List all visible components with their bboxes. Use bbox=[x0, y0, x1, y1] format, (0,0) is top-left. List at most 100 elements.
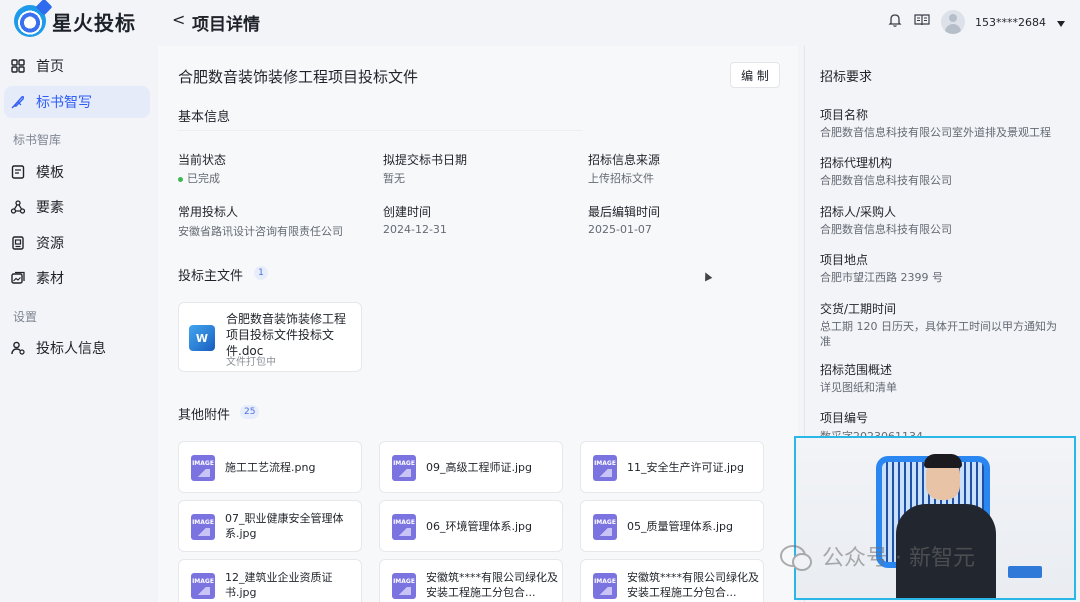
logo-icon bbox=[14, 5, 46, 37]
sidebar-item-materials[interactable]: 素材 bbox=[4, 262, 150, 294]
main-file-card[interactable]: W 合肥数音装饰装修工程项目投标文件投标文件.doc 文件打包中 bbox=[178, 302, 362, 372]
sidebar-item-home[interactable]: 首页 bbox=[4, 50, 150, 82]
attachment-name: 09_高级工程师证.jpg bbox=[426, 461, 533, 474]
attachment-card[interactable]: IMAGE 11_安全生产许可证.jpg bbox=[580, 441, 764, 493]
page-title: 项目详情 bbox=[192, 15, 260, 35]
attachment-name: 施工工艺流程.png bbox=[225, 461, 316, 474]
attachment-card[interactable]: IMAGE 施工工艺流程.png bbox=[178, 441, 362, 493]
attachment-card[interactable]: IMAGE 安徽筑****有限公司绿化及安装工程施工分包合... bbox=[379, 559, 563, 602]
source-value: 上传招标文件 bbox=[588, 172, 654, 185]
field-value: 合肥数音信息科技有限公司 bbox=[820, 174, 952, 187]
divider bbox=[178, 130, 582, 131]
image-file-icon: IMAGE bbox=[392, 514, 416, 540]
image-file-icon: IMAGE bbox=[593, 455, 617, 481]
field-value: 合肥数音信息科技有限公司 bbox=[820, 223, 952, 236]
attachment-name: 07_职业健康安全管理体系.jpg bbox=[225, 512, 344, 540]
sidebar-item-label: 标书智写 bbox=[36, 95, 92, 111]
field-value: 总工期 120 日历天，具体开工时间以甲方通知为准 bbox=[820, 320, 1057, 348]
bidder-value: 安徽省路讯设计咨询有限责任公司 bbox=[178, 225, 343, 238]
image-file-icon: IMAGE bbox=[593, 573, 617, 599]
field-value: 合肥数音信息科技有限公司室外道排及景观工程 bbox=[820, 126, 1051, 139]
created-value: 2024-12-31 bbox=[383, 223, 447, 236]
sidebar-item-label: 模板 bbox=[36, 165, 64, 181]
image-file-icon: IMAGE bbox=[191, 455, 215, 481]
sidebar-item-label: 素材 bbox=[36, 271, 64, 287]
status-value: 已完成 bbox=[178, 170, 220, 186]
edited-value: 2025-01-07 bbox=[588, 223, 652, 236]
word-doc-icon: W bbox=[189, 325, 215, 351]
attachment-name: 11_安全生产许可证.jpg bbox=[627, 461, 745, 474]
field-label: 招标范围概述 bbox=[820, 363, 893, 377]
image-file-icon: IMAGE bbox=[191, 573, 215, 599]
sidebar-item-bid-writing[interactable]: 标书智写 bbox=[4, 86, 150, 118]
image-file-icon: IMAGE bbox=[392, 573, 416, 599]
sidebar: 星火投标 首页 标书智写 标书智库 模板 要素 资源 素材 设置 投标人信息 bbox=[0, 0, 158, 602]
bidder-label: 常用投标人 bbox=[178, 205, 239, 219]
template-icon bbox=[10, 164, 26, 180]
sidebar-item-elements[interactable]: 要素 bbox=[4, 191, 150, 223]
watermark: 公众号 · 新智元 bbox=[780, 540, 975, 572]
status-text: 已完成 bbox=[187, 172, 220, 185]
image-file-icon: IMAGE bbox=[593, 514, 617, 540]
created-label: 创建时间 bbox=[383, 205, 432, 219]
back-button[interactable]: < bbox=[172, 10, 185, 29]
submit-date-label: 拟提交标书日期 bbox=[383, 153, 468, 167]
field-label: 项目名称 bbox=[820, 108, 869, 122]
main-file-count-badge: 1 bbox=[254, 266, 268, 280]
wechat-icon bbox=[780, 545, 812, 571]
sidebar-item-label: 投标人信息 bbox=[36, 341, 106, 357]
attachments-count-badge: 25 bbox=[240, 405, 260, 419]
attachment-card[interactable]: IMAGE 05_质量管理体系.jpg bbox=[580, 500, 764, 552]
sidebar-item-bidder-info[interactable]: 投标人信息 bbox=[4, 332, 150, 364]
bell-icon[interactable] bbox=[887, 12, 903, 32]
image-file-icon: IMAGE bbox=[392, 455, 416, 481]
attachment-name: 12_建筑业企业资质证书.jpg bbox=[225, 571, 333, 599]
edited-label: 最后编辑时间 bbox=[588, 205, 661, 219]
watermark-text: 公众号 · 新智元 bbox=[822, 546, 975, 571]
sidebar-item-label: 首页 bbox=[36, 59, 64, 75]
attachment-name: 安徽筑****有限公司绿化及安装工程施工分包合... bbox=[426, 571, 558, 599]
user-phone[interactable]: 153****2684 bbox=[975, 16, 1046, 29]
nodes-icon bbox=[10, 199, 26, 215]
sidebar-item-template[interactable]: 模板 bbox=[4, 156, 150, 188]
sidebar-item-resources[interactable]: 资源 bbox=[4, 227, 150, 259]
sidebar-item-label: 要素 bbox=[36, 200, 64, 216]
project-detail-panel: 合肥数音装饰装修工程项目投标文件 编 制 基本信息 当前状态 已完成 拟提交标书… bbox=[158, 46, 798, 602]
book-icon[interactable] bbox=[913, 12, 931, 32]
attachment-name: 06_环境管理体系.jpg bbox=[426, 520, 533, 533]
status-dot bbox=[178, 176, 183, 182]
attachment-card[interactable]: IMAGE 09_高级工程师证.jpg bbox=[379, 441, 563, 493]
bidder-icon bbox=[10, 340, 26, 356]
field-label: 招标人/采购人 bbox=[820, 205, 897, 219]
main-file-name: 合肥数音装饰装修工程项目投标文件投标文件.doc bbox=[226, 312, 347, 358]
resource-icon bbox=[10, 235, 26, 251]
avatar[interactable] bbox=[941, 10, 965, 34]
grid-icon bbox=[10, 58, 26, 74]
sidebar-section-settings: 设置 bbox=[13, 310, 38, 324]
edit-button[interactable]: 编 制 bbox=[730, 62, 780, 88]
header-actions: 153****2684 bbox=[887, 8, 1066, 36]
attachment-card[interactable]: IMAGE 安徽筑****有限公司绿化及安装工程施工分包合... bbox=[580, 559, 764, 602]
attachment-card[interactable]: IMAGE 12_建筑业企业资质证书.jpg bbox=[178, 559, 362, 602]
image-file-icon: IMAGE bbox=[191, 514, 215, 540]
sidebar-section-library: 标书智库 bbox=[13, 133, 62, 147]
app-name: 星火投标 bbox=[52, 10, 136, 35]
main-file-status: 文件打包中 bbox=[226, 357, 276, 368]
attachment-card[interactable]: IMAGE 07_职业健康安全管理体系.jpg bbox=[178, 500, 362, 552]
status-label: 当前状态 bbox=[178, 153, 227, 167]
chevron-down-icon[interactable] bbox=[1056, 13, 1066, 32]
presenter-hair bbox=[924, 454, 962, 468]
field-value: 合肥市望江西路 2399 号 bbox=[820, 271, 943, 284]
source-label: 招标信息来源 bbox=[588, 153, 661, 167]
attachment-name: 05_质量管理体系.jpg bbox=[627, 520, 734, 533]
document-title: 合肥数音装饰装修工程项目投标文件 bbox=[178, 68, 419, 86]
attachment-name: 安徽筑****有限公司绿化及安装工程施工分包合... bbox=[627, 571, 759, 599]
app-logo[interactable]: 星火投标 bbox=[14, 4, 136, 38]
material-icon bbox=[10, 270, 26, 286]
main-file-title: 投标主文件 bbox=[178, 269, 244, 284]
field-value: 详见图纸和清单 bbox=[820, 381, 897, 394]
field-label: 项目编号 bbox=[820, 411, 869, 425]
field-label: 招标代理机构 bbox=[820, 156, 893, 170]
presenter-video-overlay bbox=[794, 436, 1076, 600]
attachment-card[interactable]: IMAGE 06_环境管理体系.jpg bbox=[379, 500, 563, 552]
